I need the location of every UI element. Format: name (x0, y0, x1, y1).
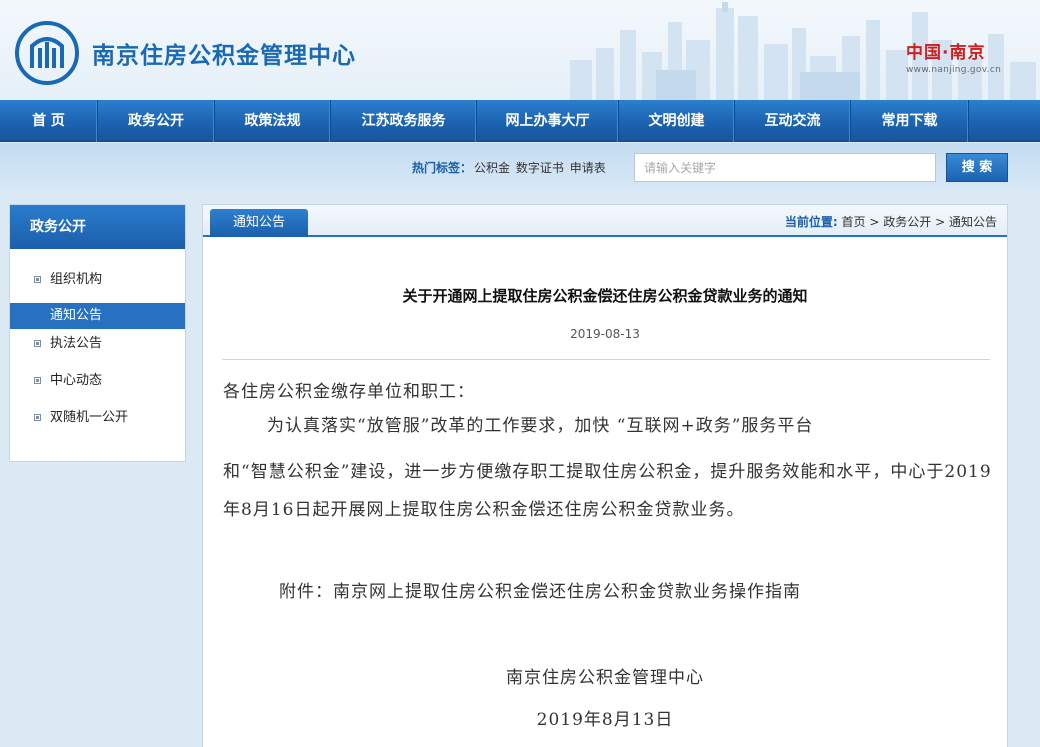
breadcrumb: 当前位置: 首页 > 政务公开 > 通知公告 (785, 213, 997, 230)
sidebar-item-enforcement[interactable]: 执法公告 (10, 331, 185, 357)
signature-date: 2019年8月13日 (536, 710, 674, 730)
article-salutation: 各住房公积金缴存单位和职工： (223, 382, 475, 402)
sidebar-item-label: 执法公告 (50, 336, 103, 351)
nav-item-gov-affairs[interactable]: 政务公开 (98, 100, 215, 142)
breadcrumb-link-gov-affairs[interactable]: 政务公开 (883, 215, 931, 229)
article-paragraph-line1: 为认真落实“放管服”改革的工作要求，加快 “互联网+政务”服务平台 (267, 416, 814, 436)
signature-org: 南京住房公积金管理中心 (506, 668, 704, 688)
square-bullet-icon (34, 377, 41, 384)
breadcrumb-link-home[interactable]: 首页 (842, 215, 866, 229)
search-input[interactable] (634, 153, 936, 182)
site-title: 南京住房公积金管理中心 (92, 43, 356, 69)
sidebar-item-label: 双随机一公开 (50, 410, 129, 425)
sidebar-item-label: 通知公告 (50, 308, 103, 323)
article-panel: 通知公告 当前位置: 首页 > 政务公开 > 通知公告 关于开通网上提取住房公积… (202, 204, 1008, 747)
sidebar-item-random-inspection[interactable]: 双随机一公开 (10, 405, 185, 431)
breadcrumb-link-notices[interactable]: 通知公告 (949, 215, 997, 229)
sidebar-item-notices[interactable]: 通知公告 (10, 303, 185, 329)
nav-item-civilization[interactable]: 文明创建 (619, 100, 735, 142)
nav-item-home[interactable]: 首 页 (0, 100, 98, 142)
attachment-link[interactable]: 附件：南京网上提取住房公积金偿还住房公积金贷款业务操作指南 (223, 577, 993, 602)
tag-link[interactable]: 申请表 (570, 161, 606, 175)
nanjing-brand-logo[interactable]: 中国·南京 www.nanjing.gov.cn (906, 38, 1001, 75)
article-date: 2019-08-13 (570, 327, 640, 341)
tab-notices[interactable]: 通知公告 (210, 209, 308, 237)
nav-item-online-hall[interactable]: 网上办事大厅 (477, 100, 619, 142)
breadcrumb-label: 当前位置: (784, 215, 838, 229)
search-button[interactable]: 搜 索 (946, 153, 1008, 182)
sidebar-item-label: 中心动态 (50, 373, 103, 388)
nav-item-interaction[interactable]: 互动交流 (735, 100, 851, 142)
sidebar: 政务公开 组织机构 通知公告 执法公告 中心动态 双随机一公开 (9, 204, 186, 462)
hot-tags: 热门标签： 公积金 数字证书 申请表 (412, 159, 606, 176)
sidebar-title: 政务公开 (10, 205, 185, 249)
sidebar-item-news[interactable]: 中心动态 (10, 368, 185, 394)
brand-main-text: 中国·南京 (906, 43, 986, 63)
title-divider (222, 359, 990, 360)
site-header: 南京住房公积金管理中心 中国·南京 www.nanjing.gov.cn (0, 0, 1040, 100)
breadcrumb-separator: > (869, 215, 880, 229)
square-bullet-icon (34, 276, 41, 283)
breadcrumb-separator: > (935, 215, 946, 229)
hot-tags-label: 热门标签： (412, 161, 473, 175)
main-nav: 首 页 政务公开 政策法规 江苏政务服务 网上办事大厅 文明创建 互动交流 常用… (0, 100, 1040, 142)
housing-fund-logo-icon (15, 21, 79, 85)
article-panel-header: 通知公告 当前位置: 首页 > 政务公开 > 通知公告 (203, 205, 1007, 237)
tag-link[interactable]: 数字证书 (516, 161, 564, 175)
nav-filler (969, 100, 1040, 142)
tag-link[interactable]: 公积金 (474, 161, 510, 175)
sidebar-item-label: 组织机构 (50, 272, 103, 287)
article-title: 关于开通网上提取住房公积金偿还住房公积金贷款业务的通知 (402, 287, 808, 305)
nav-item-downloads[interactable]: 常用下载 (851, 100, 969, 142)
nav-item-policies[interactable]: 政策法规 (215, 100, 331, 142)
nav-item-jiangsu-services[interactable]: 江苏政务服务 (331, 100, 477, 142)
sidebar-item-organization[interactable]: 组织机构 (10, 267, 185, 293)
search-bar: 热门标签：公积金 数字证书 申请表 搜 索 (0, 143, 1040, 191)
square-bullet-icon (34, 414, 41, 421)
square-bullet-icon (34, 340, 41, 347)
article-paragraph-rest: 和“智慧公积金”建设，进一步方便缴存职工提取住房公积金，提升服务效能和水平，中心… (223, 462, 992, 520)
brand-url-text: www.nanjing.gov.cn (906, 65, 1002, 75)
